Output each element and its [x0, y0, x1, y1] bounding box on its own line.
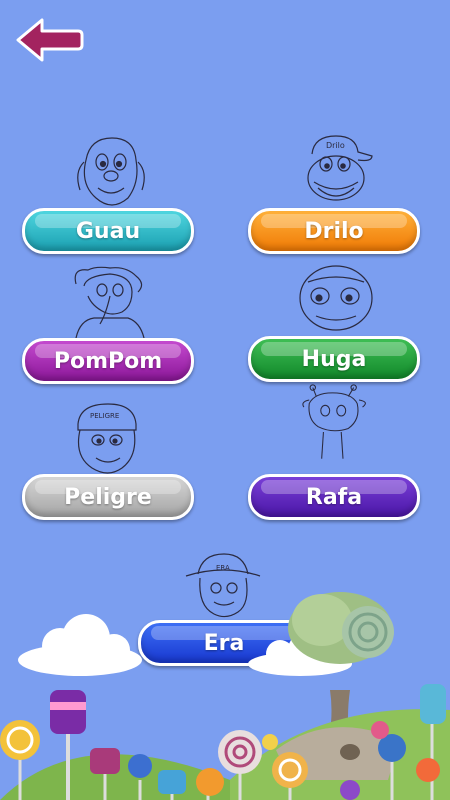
pompom-button[interactable]: PomPom	[22, 338, 194, 384]
peligre-button[interactable]: Peligre	[22, 474, 194, 520]
candy-landscape	[0, 592, 450, 800]
pompom-label: PomPom	[53, 348, 163, 374]
peligre-label: Peligre	[64, 484, 152, 510]
guau-label: Guau	[75, 218, 141, 244]
pompom-character-icon	[74, 266, 145, 339]
guau-button[interactable]: Guau	[22, 208, 194, 254]
drilo-character-icon: Drilo	[307, 135, 373, 201]
cloud-left	[18, 614, 142, 676]
guau-character-icon	[77, 137, 145, 206]
rafa-button[interactable]: Rafa	[248, 474, 420, 520]
rafa-character-icon	[302, 384, 366, 459]
svg-text:Drilo: Drilo	[326, 141, 345, 150]
rafa-label: Rafa	[305, 484, 363, 510]
drilo-label: Drilo	[304, 218, 364, 244]
back-arrow-icon	[16, 18, 84, 62]
svg-text:ERA: ERA	[216, 564, 230, 572]
drilo-button[interactable]: Drilo	[248, 208, 420, 254]
peligre-character-icon: PELIGRE	[77, 403, 137, 474]
huga-character-icon	[299, 265, 373, 331]
back-button[interactable]	[14, 14, 84, 66]
huga-label: Huga	[301, 346, 367, 372]
huga-button[interactable]: Huga	[248, 336, 420, 382]
svg-text:PELIGRE: PELIGRE	[90, 412, 119, 420]
